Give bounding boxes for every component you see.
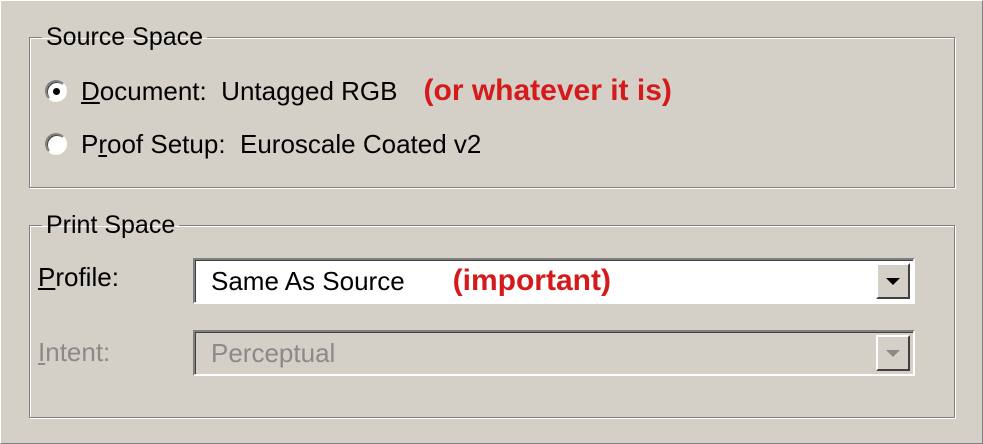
print-space-group: Print Space xyxy=(29,210,955,418)
source-annotation: (or whatever it is) xyxy=(423,74,672,107)
radio-document-label[interactable]: Document: Untagged RGB xyxy=(81,76,398,107)
chevron-down-icon xyxy=(886,349,900,357)
profile-value: Same As Source xyxy=(211,265,405,296)
intent-value-area: Perceptual xyxy=(195,338,876,369)
label-text: ntent: xyxy=(45,337,111,367)
intent-label: Intent: xyxy=(38,337,110,368)
radio-document[interactable]: Document: Untagged RGB (or whatever it i… xyxy=(45,71,672,111)
label-text: ocument: Untagged RGB xyxy=(99,75,398,106)
mnemonic-letter: P xyxy=(38,262,56,292)
profile-label: Profile: xyxy=(38,262,119,293)
radio-document-button[interactable] xyxy=(45,80,67,102)
radio-proof-setup[interactable]: Proof Setup: Euroscale Coated v2 xyxy=(45,124,481,164)
label-text: oof Setup: Euroscale Coated v2 xyxy=(107,128,482,159)
chevron-down-icon xyxy=(886,277,900,285)
label-text: rofile: xyxy=(55,262,119,292)
intent-value: Perceptual xyxy=(211,337,336,368)
profile-dropdown-button[interactable] xyxy=(876,263,910,299)
intent-dropdown[interactable]: Perceptual xyxy=(193,330,915,376)
radio-proof-setup-label[interactable]: Proof Setup: Euroscale Coated v2 xyxy=(81,129,481,160)
print-space-title: Print Space xyxy=(46,211,176,239)
radio-selected-dot-icon xyxy=(53,88,60,95)
profile-dropdown[interactable]: Same As Source (important) xyxy=(193,258,915,304)
profile-value-area[interactable]: Same As Source (important) xyxy=(195,264,876,298)
profile-annotation: (important) xyxy=(452,264,611,297)
mnemonic-letter: D xyxy=(81,75,100,106)
label-prefix: P xyxy=(81,128,99,159)
intent-dropdown-button[interactable] xyxy=(876,335,910,371)
mnemonic-letter: r xyxy=(98,128,108,159)
radio-proof-setup-button[interactable] xyxy=(45,133,67,155)
source-space-title: Source Space xyxy=(46,23,204,51)
